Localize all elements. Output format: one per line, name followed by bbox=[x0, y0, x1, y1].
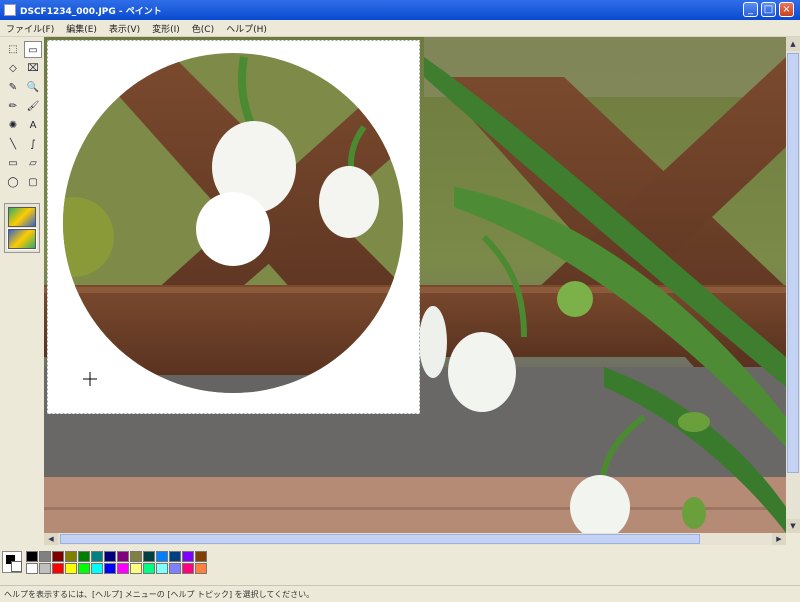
color-swatch[interactable] bbox=[156, 551, 168, 562]
opaque-option-icon[interactable] bbox=[8, 207, 36, 227]
menu-help[interactable]: ヘルプ(H) bbox=[220, 22, 273, 35]
menu-image[interactable]: 変形(I) bbox=[146, 22, 186, 35]
menu-bar: ファイル(F) 編集(E) 表示(V) 変形(I) 色(C) ヘルプ(H) bbox=[0, 20, 800, 37]
current-colors bbox=[2, 551, 22, 573]
color-swatch[interactable] bbox=[26, 551, 38, 562]
close-button[interactable]: × bbox=[779, 2, 794, 17]
ellipse-tool[interactable]: ◯ bbox=[4, 174, 22, 191]
scroll-down-icon[interactable]: ▼ bbox=[786, 519, 800, 533]
color-palette bbox=[0, 547, 800, 583]
eraser-tool[interactable]: ◇ bbox=[4, 60, 22, 77]
color-swatch[interactable] bbox=[195, 551, 207, 562]
color-swatch[interactable] bbox=[65, 563, 77, 574]
paint-app-icon bbox=[4, 4, 16, 16]
free-select-tool[interactable]: ⬚ bbox=[4, 41, 22, 58]
horizontal-scrollbar[interactable]: ◀ ▶ bbox=[44, 533, 786, 545]
color-swatch[interactable] bbox=[130, 551, 142, 562]
color-swatch[interactable] bbox=[39, 563, 51, 574]
color-swatch[interactable] bbox=[26, 563, 38, 574]
scroll-up-icon[interactable]: ▲ bbox=[786, 37, 800, 51]
canvas-image[interactable] bbox=[44, 37, 786, 533]
vertical-scroll-thumb[interactable] bbox=[787, 53, 799, 473]
fill-tool[interactable]: ⌧ bbox=[24, 60, 42, 77]
title-bar: DSCF1234_000.JPG - ペイント _ □ × bbox=[0, 0, 800, 20]
tool-options-box bbox=[4, 203, 40, 253]
color-swatch[interactable] bbox=[91, 563, 103, 574]
color-swatch[interactable] bbox=[91, 551, 103, 562]
rectangle-tool[interactable]: ▭ bbox=[4, 155, 22, 172]
menu-edit[interactable]: 編集(E) bbox=[60, 22, 103, 35]
rect-select-tool[interactable]: ▭ bbox=[24, 41, 42, 58]
rounded-rect-tool[interactable]: ▢ bbox=[24, 174, 42, 191]
color-swatch[interactable] bbox=[130, 563, 142, 574]
color-swatch[interactable] bbox=[78, 563, 90, 574]
color-swatch[interactable] bbox=[104, 551, 116, 562]
color-swatches bbox=[26, 551, 207, 574]
airbrush-tool[interactable]: ✺ bbox=[4, 117, 22, 134]
color-swatch[interactable] bbox=[182, 563, 194, 574]
transparent-option-icon[interactable] bbox=[7, 228, 37, 250]
color-swatch[interactable] bbox=[117, 551, 129, 562]
background-color bbox=[11, 561, 22, 572]
color-swatch[interactable] bbox=[169, 563, 181, 574]
window-title: DSCF1234_000.JPG - ペイント bbox=[20, 6, 162, 17]
color-picker-tool[interactable]: ✎ bbox=[4, 79, 22, 96]
scroll-left-icon[interactable]: ◀ bbox=[44, 533, 58, 545]
color-swatch[interactable] bbox=[143, 551, 155, 562]
pencil-tool[interactable]: ✏ bbox=[4, 98, 22, 115]
minimize-button[interactable]: _ bbox=[743, 2, 758, 17]
brush-tool[interactable]: 🖌 bbox=[24, 98, 42, 115]
canvas-area[interactable] bbox=[44, 37, 786, 533]
color-swatch[interactable] bbox=[143, 563, 155, 574]
polygon-tool[interactable]: ▱ bbox=[24, 155, 42, 172]
maximize-button[interactable]: □ bbox=[761, 2, 776, 17]
curve-tool[interactable]: ∫ bbox=[24, 136, 42, 153]
line-tool[interactable]: ╲ bbox=[4, 136, 22, 153]
tool-grid: ⬚ ▭ ◇ ⌧ ✎ 🔍 ✏ 🖌 ✺ A ╲ ∫ ▭ ▱ ◯ ▢ bbox=[4, 41, 42, 191]
color-swatch[interactable] bbox=[78, 551, 90, 562]
color-swatch[interactable] bbox=[182, 551, 194, 562]
scroll-right-icon[interactable]: ▶ bbox=[772, 533, 786, 545]
color-swatch[interactable] bbox=[39, 551, 51, 562]
status-bar: ヘルプを表示するには、[ヘルプ] メニューの [ヘルプ トピック] を選択してく… bbox=[0, 585, 800, 602]
color-swatch[interactable] bbox=[156, 563, 168, 574]
menu-view[interactable]: 表示(V) bbox=[103, 22, 146, 35]
color-swatch[interactable] bbox=[65, 551, 77, 562]
color-swatch[interactable] bbox=[104, 563, 116, 574]
menu-colors[interactable]: 色(C) bbox=[186, 22, 220, 35]
text-tool[interactable]: A bbox=[24, 117, 42, 134]
color-swatch[interactable] bbox=[117, 563, 129, 574]
toolbox: ⬚ ▭ ◇ ⌧ ✎ 🔍 ✏ 🖌 ✺ A ╲ ∫ ▭ ▱ ◯ ▢ bbox=[0, 37, 44, 537]
color-swatch[interactable] bbox=[52, 551, 64, 562]
vertical-scrollbar[interactable]: ▲ ▼ bbox=[786, 37, 800, 533]
magnifier-tool[interactable]: 🔍 bbox=[24, 79, 42, 96]
color-swatch[interactable] bbox=[195, 563, 207, 574]
horizontal-scroll-thumb[interactable] bbox=[60, 534, 700, 544]
menu-file[interactable]: ファイル(F) bbox=[0, 22, 60, 35]
color-swatch[interactable] bbox=[52, 563, 64, 574]
color-swatch[interactable] bbox=[169, 551, 181, 562]
